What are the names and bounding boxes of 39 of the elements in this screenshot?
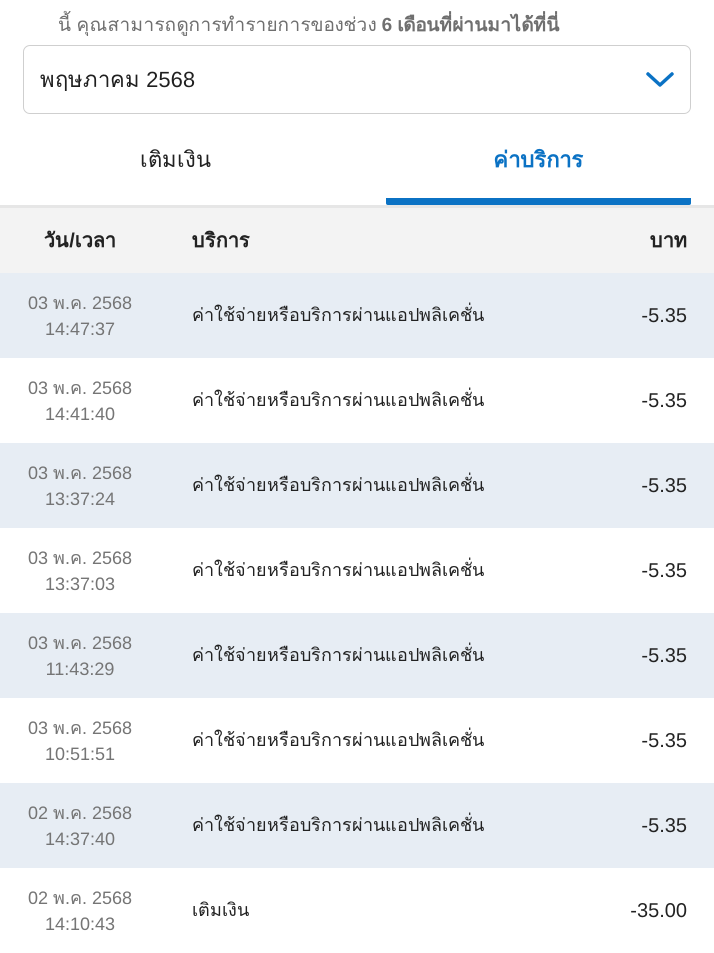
service-text: ค่าใช้จ่ายหรือบริการผ่านแอปพลิเคชั่น [192, 645, 484, 665]
amount-text: -35.00 [630, 898, 687, 924]
time-text: 10:51:51 [44, 742, 116, 766]
amount-text: -5.35 [641, 558, 687, 584]
time-text: 14:37:40 [44, 828, 116, 850]
date-text: 03 พ.ค. 2568 [28, 376, 132, 400]
service-text: ค่าใช้จ่ายหรือบริการผ่านแอปพลิเคชั่น [192, 390, 484, 410]
service-text: ค่าใช้จ่ายหรือบริการผ่านแอปพลิเคชั่น [192, 560, 484, 580]
column-header: วัน/เวลา [43, 228, 117, 254]
date-text: 03 พ.ค. 2568 [28, 462, 132, 484]
service-text: ค่าใช้จ่ายหรือบริการผ่านแอปพลิเคชั่น [192, 475, 484, 495]
notice-text: นี้ คุณสามารถดูการทำรายการของช่วง 6 เดือนที่ผ่านมาได้ที่นี่ [58, 10, 694, 42]
amount-text: -5.35 [641, 644, 687, 668]
amount-text: -5.35 [641, 814, 687, 838]
chevron-down-icon [646, 72, 674, 88]
date-text: 02 พ.ค. 2568 [28, 886, 132, 910]
service-text: ค่าใช้จ่ายหรือบริการผ่านแอปพลิเคชั่น [192, 730, 484, 750]
time-text: 11:43:29 [46, 658, 114, 680]
amount-text: -5.35 [641, 474, 687, 498]
service-text: ค่าใช้จ่ายหรือบริการผ่านแอปพลิเคชั่น [192, 305, 484, 325]
time-text: 13:37:03 [44, 572, 116, 596]
service-text: ค่าใช้จ่ายหรือบริการผ่านแอปพลิเคชั่น [192, 815, 484, 835]
time-text: 14:10:43 [44, 912, 116, 936]
time-text: 13:37:24 [44, 488, 116, 510]
amount-text: -5.35 [641, 304, 687, 328]
service-text: เติมเงิน [192, 900, 249, 920]
time-text: 14:47:37 [44, 318, 116, 340]
date-text: 03 พ.ค. 2568 [28, 546, 132, 570]
date-text: 03 พ.ค. 2568 [28, 292, 132, 314]
month-dropdown[interactable]: พฤษภาคม 2568 [23, 45, 691, 114]
column-header: บริการ [191, 228, 251, 254]
date-text: 02 พ.ค. 2568 [28, 802, 132, 824]
column-header: บาท [650, 228, 687, 254]
tab[interactable]: เติมเงิน [23, 118, 328, 206]
time-text: 14:41:40 [44, 402, 116, 426]
date-text: 03 พ.ค. 2568 [28, 632, 132, 654]
amount-text: -5.35 [641, 728, 687, 754]
date-text: 03 พ.ค. 2568 [28, 716, 132, 740]
amount-text: -5.35 [641, 388, 687, 414]
